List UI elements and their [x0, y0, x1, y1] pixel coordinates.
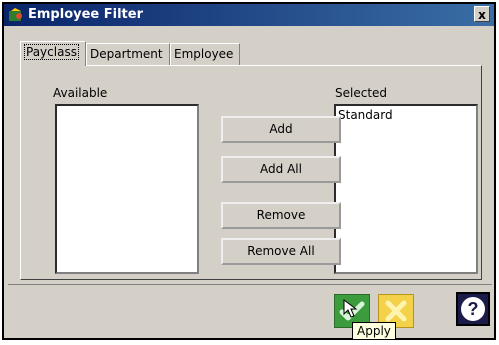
app-icon	[8, 7, 24, 23]
add-all-button[interactable]: Add All	[221, 156, 341, 183]
employee-filter-window: Employee Filter x Payclass Department Em…	[2, 2, 496, 340]
list-item[interactable]: Standard	[336, 106, 476, 124]
tab-panel: Available Selected Standard Add Add All …	[20, 65, 482, 280]
help-icon: ?	[461, 297, 485, 321]
tab-employee[interactable]: Employee	[170, 43, 240, 65]
selected-label: Selected	[335, 86, 388, 100]
footer-bar	[8, 284, 492, 337]
apply-tooltip: Apply	[352, 322, 396, 340]
titlebar: Employee Filter x	[4, 4, 494, 26]
svg-text:?: ?	[468, 299, 479, 319]
tab-department[interactable]: Department	[86, 43, 170, 65]
tab-department-label: Department	[90, 47, 163, 61]
tab-payclass[interactable]: Payclass	[20, 41, 86, 66]
add-button[interactable]: Add	[221, 116, 341, 143]
window-title: Employee Filter	[28, 7, 143, 22]
cursor-icon	[343, 299, 358, 318]
available-label: Available	[53, 86, 108, 100]
selected-list[interactable]: Standard	[334, 104, 478, 274]
tab-employee-label: Employee	[174, 47, 234, 61]
remove-button[interactable]: Remove	[221, 202, 341, 229]
tab-payclass-label: Payclass	[24, 44, 79, 60]
help-button[interactable]: ?	[456, 292, 490, 326]
close-button[interactable]: x	[474, 6, 490, 22]
available-list[interactable]	[55, 104, 199, 274]
remove-all-button[interactable]: Remove All	[221, 238, 341, 265]
